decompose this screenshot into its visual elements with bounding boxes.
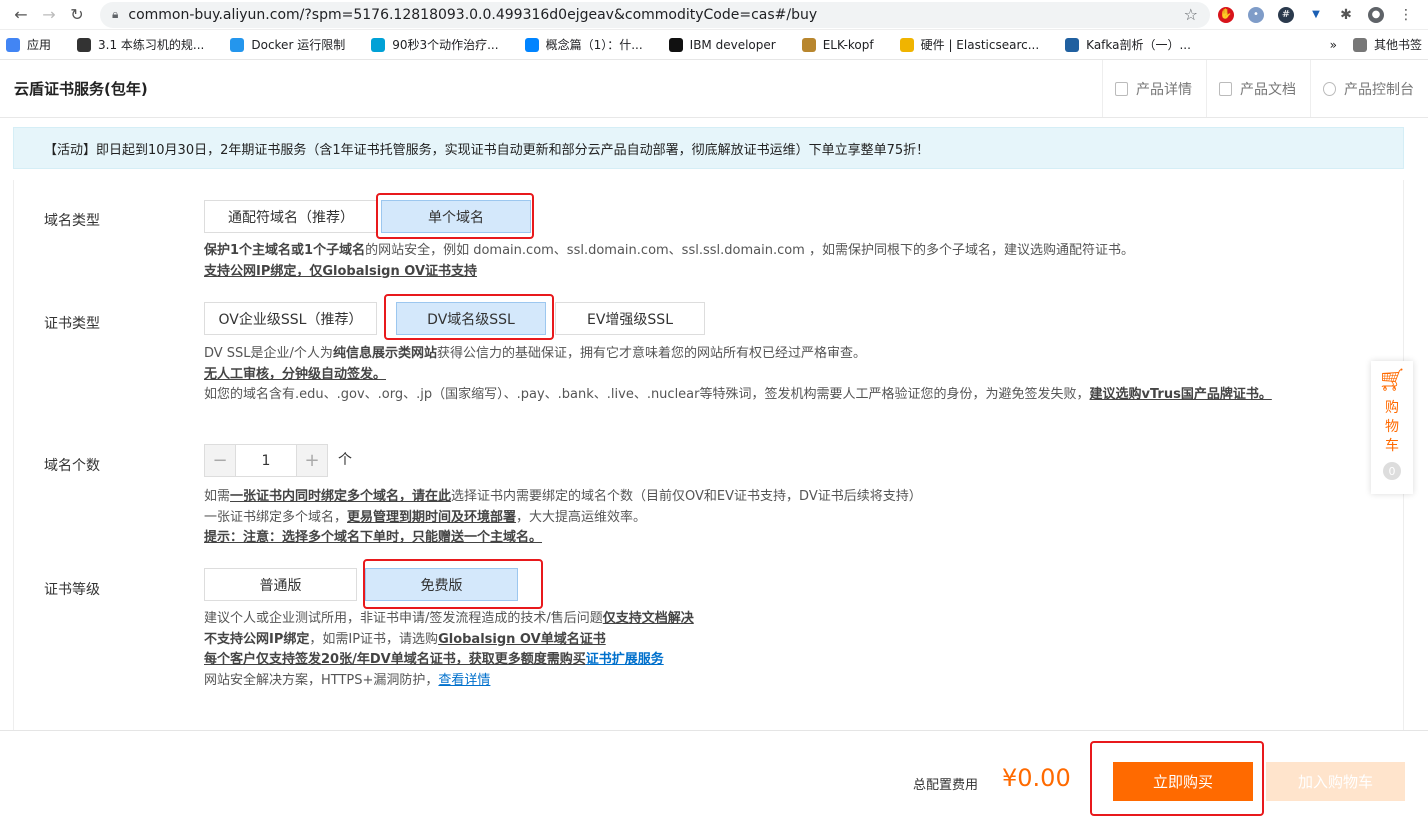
extension-icon[interactable]: •	[1248, 6, 1264, 23]
domain-type-label: 域名类型	[44, 213, 100, 229]
kopf-icon	[801, 37, 816, 52]
domain-count-unit: 个	[338, 452, 352, 468]
cert-type-options: OV企业级SSL（推荐） DV域名级SSL EV增强级SSL	[204, 302, 705, 335]
page-header: 云盾证书服务(包年) 产品详情 产品文档 产品控制台	[0, 60, 1428, 118]
bookmark-item[interactable]: IBM developer	[668, 37, 776, 52]
vue-extension-icon[interactable]: ▼	[1308, 6, 1324, 23]
cert-extension-link[interactable]: 证书扩展服务	[586, 652, 664, 667]
infoq-icon	[1065, 37, 1080, 52]
profile-avatar-icon[interactable]: ●	[1368, 6, 1384, 23]
cert-type-label: 证书类型	[44, 316, 100, 332]
document-icon	[1219, 81, 1232, 96]
bookmark-item[interactable]: 硬件 | Elasticsearc...	[899, 36, 1039, 53]
book-icon	[77, 37, 92, 52]
bookmark-item[interactable]: ELK-kopf	[801, 37, 874, 52]
checkout-bar: 总配置费用 ¥0.00 立即购买 加入购物车	[0, 730, 1428, 830]
apps-grid-icon	[6, 37, 20, 52]
buy-now-button[interactable]: 立即购买	[1113, 762, 1253, 801]
total-label: 总配置费用	[913, 778, 979, 793]
purchase-form: 域名类型 通配符域名（推荐） 单个域名 保护1个主域名或1个子域名的网站安全，例…	[13, 180, 1404, 740]
back-icon[interactable]: ←	[8, 2, 34, 28]
zhihu-icon	[524, 37, 539, 52]
bookmark-item[interactable]: 90秒3个动作治疗...	[371, 36, 499, 53]
product-detail-link[interactable]: 产品详情	[1102, 60, 1206, 117]
bookmark-star-icon[interactable]: ☆	[1184, 5, 1198, 24]
bookmark-item[interactable]: 应用	[6, 36, 51, 53]
cert-type-ov-option[interactable]: OV企业级SSL（推荐）	[204, 302, 377, 335]
cert-type-dv-option[interactable]: DV域名级SSL	[396, 302, 546, 335]
domain-type-description: 保护1个主域名或1个子域名的网站安全，例如 domain.com、ssl.dom…	[204, 243, 1134, 279]
lock-icon: 🔒︎	[112, 7, 119, 21]
address-bar[interactable]: 🔒︎ common-buy.aliyun.com/?spm=5176.12818…	[100, 1, 1210, 28]
cert-level-label: 证书等级	[44, 582, 100, 598]
reload-icon[interactable]: ↻	[64, 2, 90, 28]
cart-widget[interactable]: 🛒︎ 购物车 0	[1371, 361, 1413, 494]
document-icon	[1115, 81, 1128, 96]
cert-type-ev-option[interactable]: EV增强级SSL	[555, 302, 705, 335]
domain-type-options: 通配符域名（推荐） 单个域名	[204, 200, 531, 233]
forward-icon[interactable]: →	[36, 2, 62, 28]
docker-icon	[230, 37, 245, 52]
puzzle-icon[interactable]: ✱	[1338, 6, 1354, 23]
folder-icon	[1352, 37, 1367, 52]
hash-extension-icon[interactable]: #	[1278, 6, 1294, 23]
cert-level-options: 普通版 免费版	[204, 568, 518, 601]
more-bookmarks-button[interactable]: »	[1330, 38, 1337, 52]
domain-type-wildcard-option[interactable]: 通配符域名（推荐）	[204, 200, 378, 233]
domain-count-label: 域名个数	[44, 458, 100, 474]
other-bookmarks-folder[interactable]: 其他书签	[1374, 36, 1422, 53]
domain-count-input[interactable]: 1	[236, 444, 296, 477]
bookmark-item[interactable]: Docker 运行限制	[230, 36, 345, 53]
menu-kebab-icon[interactable]: ⋮	[1398, 6, 1414, 23]
domain-type-single-option[interactable]: 单个域名	[381, 200, 531, 233]
ibm-icon	[668, 37, 683, 52]
adblock-extension-icon[interactable]: ✋	[1218, 6, 1234, 23]
promo-banner: 【活动】即日起到10月30日，2年期证书服务（含1年证书托管服务，实现证书自动更…	[13, 127, 1404, 169]
cart-count-badge: 0	[1383, 462, 1401, 480]
browser-toolbar: ← → ↻ 🔒︎ common-buy.aliyun.com/?spm=5176…	[0, 0, 1428, 30]
cert-level-standard-option[interactable]: 普通版	[204, 568, 357, 601]
extensions: ✋ • # ▼ ✱ ● ⋮	[1218, 6, 1420, 23]
bookmark-item[interactable]: 3.1 本练习机的规...	[77, 36, 204, 53]
product-console-link[interactable]: 产品控制台	[1310, 60, 1428, 117]
elastic-icon	[899, 37, 914, 52]
decrement-button[interactable]: −	[204, 444, 236, 477]
view-details-link[interactable]: 查看详情	[438, 673, 490, 688]
cert-level-free-option[interactable]: 免费版	[365, 568, 518, 601]
header-links: 产品详情 产品文档 产品控制台	[1102, 60, 1428, 117]
add-to-cart-button[interactable]: 加入购物车	[1266, 762, 1405, 801]
page-title: 云盾证书服务(包年)	[14, 80, 148, 98]
gear-icon	[1323, 81, 1336, 96]
url-text: common-buy.aliyun.com/?spm=5176.12818093…	[128, 6, 818, 23]
bilibili-icon	[371, 37, 386, 52]
promo-text: 【活动】即日起到10月30日，2年期证书服务（含1年证书托管服务，实现证书自动更…	[44, 142, 930, 158]
shopping-cart-icon: 🛒︎	[1378, 368, 1406, 393]
cert-type-description: DV SSL是企业/个人为纯信息展示类网站获得公信力的基础保证，拥有它才意味着您…	[204, 346, 1272, 402]
bookmark-item[interactable]: Kafka剖析（一）...	[1065, 36, 1191, 53]
cert-level-description: 建议个人或企业测试所用，非证书申请/签发流程造成的技术/售后问题仅支持文档解决 …	[204, 611, 694, 688]
product-doc-link[interactable]: 产品文档	[1206, 60, 1310, 117]
bookmarks-overflow: » 其他书签	[1330, 36, 1422, 53]
bookmark-item[interactable]: 概念篇（1）：什...	[524, 36, 643, 53]
cart-label: 购物车	[1385, 400, 1399, 454]
domain-count-description: 如需一张证书内同时绑定多个域名，请在此选择证书内需要绑定的域名个数（目前仅OV和…	[204, 489, 922, 545]
increment-button[interactable]: +	[296, 444, 328, 477]
total-price: ¥0.00	[1002, 764, 1071, 792]
domain-count-stepper: − 1 + 个	[204, 444, 352, 477]
bookmarks-bar: 应用 3.1 本练习机的规... Docker 运行限制 90秒3个动作治疗... 概念…	[0, 30, 1428, 60]
